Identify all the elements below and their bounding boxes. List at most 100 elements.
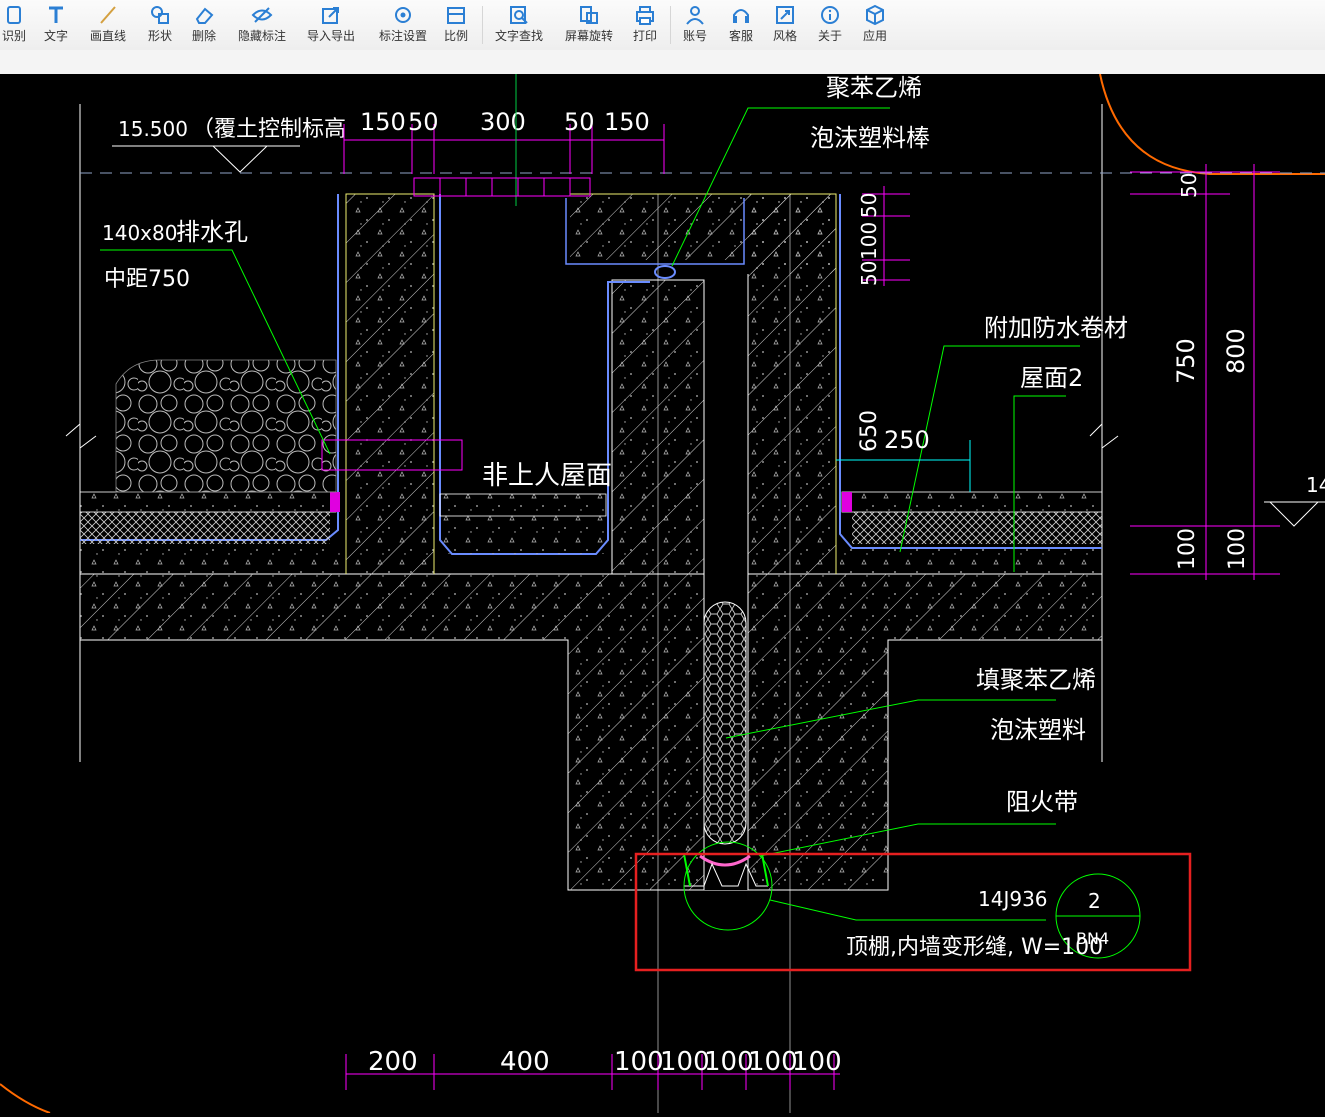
user-icon (684, 4, 706, 26)
toolbar-separator (670, 6, 671, 44)
hide-eye-icon (251, 4, 273, 26)
drain-label: 排水孔 (176, 218, 248, 246)
info-icon (819, 4, 841, 26)
toolbar-button-label: 隐藏标注 (237, 29, 286, 43)
line-icon (97, 4, 119, 26)
far-right-dims (1130, 164, 1280, 580)
headset-icon (730, 4, 752, 26)
toolbar-separator (482, 6, 483, 44)
toolbar-button-14[interactable]: 风格 (766, 0, 804, 48)
toolbar-button-4[interactable]: 删除 (186, 0, 222, 48)
top-dim-150-left: 150 (360, 108, 406, 136)
bottom-dim-100-1: 100 (614, 1047, 664, 1077)
bottom-dim-100-3: 100 (704, 1047, 754, 1077)
boundary-arc-top-right (1099, 73, 1325, 175)
toolbar-button-label: 形状 (147, 29, 172, 43)
toolbar-button-label: 删除 (191, 29, 216, 43)
bottom-dim-100-2: 100 (660, 1047, 710, 1077)
style-icon (774, 4, 796, 26)
right-stack-dim-50-top: 50 (857, 193, 881, 218)
right-roof-insulation (852, 512, 1102, 544)
drawing-canvas[interactable]: 15.500 （覆土控制标高 150 50 300 50 150 聚苯乙烯 泡沫… (0, 73, 1325, 1114)
left-upstand-dots (346, 194, 434, 574)
far-right-dim-100-b: 100 (1225, 528, 1250, 570)
toolbar-button-label: 客服 (728, 29, 753, 43)
left-roof-topping (79, 491, 337, 513)
toolbar-button-15[interactable]: 关于 (812, 0, 848, 48)
boundary-arc-bottom-left (0, 1083, 51, 1114)
toolbar-button-2[interactable]: 画直线 (80, 0, 136, 48)
toolbar-button-1[interactable]: 文字 (36, 0, 76, 48)
toolbar-button-16[interactable]: 应用 (856, 0, 894, 48)
right-stack-dim-100: 100 (857, 222, 881, 260)
toolbar-button-label: 文字查找 (494, 29, 543, 43)
toolbar-button-12[interactable]: 账号 (676, 0, 714, 48)
filler-label-1: 填聚苯乙烯 (976, 666, 1096, 694)
elevation-note: （覆土控制标高 (192, 117, 346, 142)
bottom-dim-100-4: 100 (748, 1047, 798, 1077)
ref-code: 14J936 (978, 887, 1048, 911)
cap-slab-dots (570, 194, 836, 274)
elevation-marker-triangle (212, 145, 268, 173)
foam-rod-label-1: 聚苯乙烯 (826, 74, 922, 102)
left-break-symbol (65, 422, 97, 449)
text-icon (45, 4, 67, 26)
right-roof-topping (841, 491, 1103, 513)
bottom-dim-200: 200 (368, 1047, 418, 1077)
toolbar-button-6[interactable]: 导入导出 (300, 0, 362, 48)
toolbar-button-8[interactable]: 比例 (438, 0, 474, 48)
toolbar-button-7[interactable]: 标注设置 (372, 0, 434, 48)
ref-number: 2 (1088, 889, 1101, 913)
printer-icon (634, 4, 656, 26)
roof2-label: 屋面2 (1020, 364, 1083, 392)
shape-icon (149, 4, 171, 26)
toolbar-button-label: 关于 (817, 29, 842, 43)
toolbar-button-13[interactable]: 客服 (722, 0, 760, 48)
filler-label-2: 泡沫塑料 (990, 716, 1086, 744)
cover-plate-ribs (439, 178, 571, 196)
toolbar-button-9[interactable]: 文字查找 (488, 0, 550, 48)
dim-250: 250 (884, 426, 930, 454)
right-roof-screed (840, 548, 1102, 574)
edge-elevation-value: 14 (1306, 473, 1325, 497)
toolbar-button-label: 导入导出 (306, 29, 355, 43)
foam-rod-label-2: 泡沫塑料棒 (810, 124, 930, 152)
toolbar-button-label: 画直线 (89, 29, 126, 43)
toolbar-button-5[interactable]: 隐藏标注 (230, 0, 294, 48)
waterproof-label: 附加防水卷材 (984, 314, 1128, 342)
toolbar-button-10[interactable]: 屏幕旋转 (558, 0, 620, 48)
left-magenta-block (330, 492, 340, 512)
pebble-backfill (115, 359, 337, 493)
right-magenta-block (842, 492, 852, 512)
foam-filler (703, 601, 747, 845)
toolbar-button-label: 应用 (862, 29, 887, 43)
cube-icon (864, 4, 886, 26)
top-dim-300: 300 (480, 108, 526, 136)
annotation-settings-icon (392, 4, 414, 26)
dim-650: 650 (857, 410, 882, 452)
toolbar-button-label: 打印 (632, 29, 657, 43)
recognize-icon (3, 4, 25, 26)
toolbar-button-3[interactable]: 形状 (140, 0, 180, 48)
eraser-icon (193, 4, 215, 26)
far-right-dim-750: 750 (1172, 338, 1200, 384)
top-dim-50-left: 50 (408, 108, 439, 136)
toolbar-button-11[interactable]: 打印 (626, 0, 664, 48)
toolbar-sub-strip (0, 50, 1325, 74)
toolbar-button-label: 文字 (43, 29, 68, 43)
cad-drawing[interactable]: 15.500 （覆土控制标高 150 50 300 50 150 聚苯乙烯 泡沫… (0, 73, 1325, 1114)
toolbar-button-label: 屏幕旋转 (564, 29, 613, 43)
right-break-symbol (1089, 422, 1119, 449)
inner-column-dots (612, 280, 704, 574)
toolbar-button-label: 账号 (682, 29, 707, 43)
roof-type-label: 非上人屋面 (482, 461, 612, 491)
toolbar-button-label: 比例 (443, 29, 468, 43)
far-right-dim-50: 50 (1177, 173, 1201, 198)
text-search-icon (508, 4, 530, 26)
bottom-dim-100-5: 100 (792, 1047, 842, 1077)
toolbar-button-label: 识别 (1, 29, 26, 43)
toolbar-button-0[interactable]: 识别 (0, 0, 28, 48)
toolbar: 识别 文字 画直线 形状 删除 隐藏标注 导入导出 标注设置 比例 文字查找 屏幕旋转 打印 账号 客服 风… (0, 0, 1325, 74)
scale-icon (445, 4, 467, 26)
toolbar-button-label: 标注设置 (378, 29, 427, 43)
